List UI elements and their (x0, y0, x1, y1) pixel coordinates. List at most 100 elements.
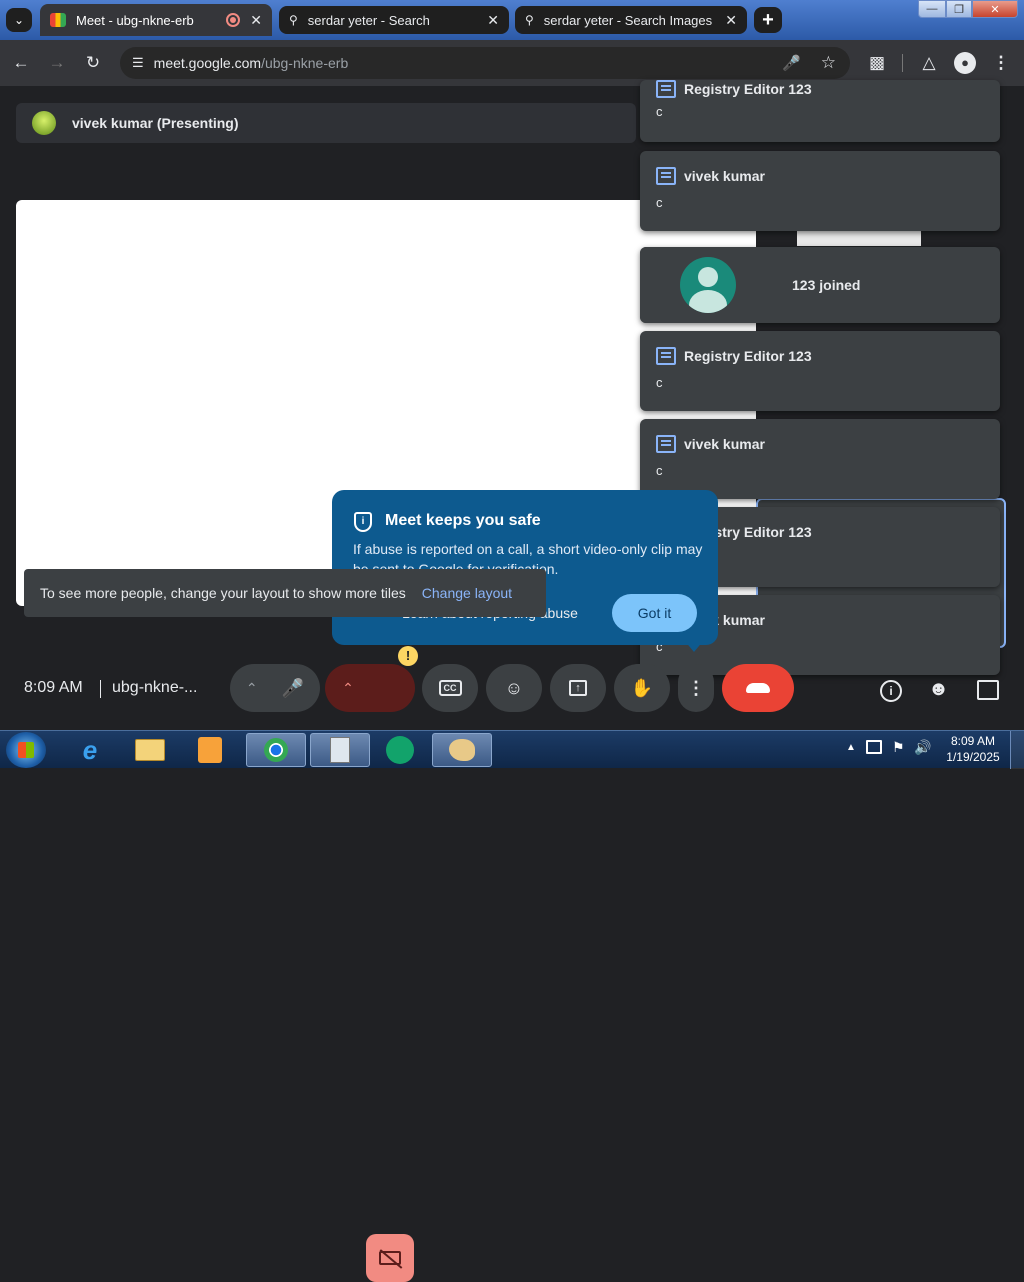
shield-icon: i (354, 512, 372, 532)
chat-notification[interactable]: vivek kumar c (640, 151, 1000, 231)
url-path: /ubg-nkne-erb (261, 55, 349, 71)
close-window-button[interactable]: ✕ (972, 0, 1018, 18)
extensions-icon[interactable]: ▩ (866, 52, 888, 74)
meeting-divider (100, 680, 101, 698)
chat-icon (656, 435, 676, 453)
chevron-up-icon[interactable]: ⌃ (246, 680, 258, 697)
popup-pointer (684, 640, 704, 652)
paint-icon[interactable] (432, 733, 492, 767)
join-tile (640, 247, 776, 323)
app-green-icon[interactable] (372, 733, 428, 767)
more-options-button[interactable]: ⋮ (678, 664, 714, 712)
got-it-button[interactable]: Got it (612, 594, 697, 632)
volume-icon[interactable]: 🔊 (914, 739, 931, 756)
close-tab-icon[interactable]: ✕ (487, 12, 499, 29)
chevron-up-icon[interactable]: ⌃ (342, 680, 354, 697)
url-host: meet.google.com (153, 55, 262, 71)
windows-taskbar: e ▲ ⚑ 🔊 8:09 AM 1/19/2025 (0, 730, 1024, 769)
file-explorer-icon[interactable] (122, 733, 178, 767)
notification-message: c (656, 375, 663, 390)
meet-window: vivek kumar (Presenting) Registry Editor… (0, 80, 1024, 1282)
notification-message: c (656, 195, 663, 210)
join-notification[interactable]: 123 joined (640, 247, 1000, 323)
new-tab-button[interactable]: + (754, 7, 782, 33)
internet-explorer-icon[interactable]: e (62, 733, 118, 767)
end-call-button[interactable] (722, 664, 794, 712)
search-icon: ⚲ (525, 13, 534, 27)
toast-text: To see more people, change your layout t… (40, 585, 406, 601)
clock-date[interactable]: 1/19/2025 (942, 750, 1004, 764)
meeting-time: 8:09 AM (24, 679, 83, 696)
chat-notification[interactable]: Registry Editor 123 c (640, 331, 1000, 411)
minimize-button[interactable]: — (918, 0, 946, 18)
safety-popup: i Meet keeps you safe If abuse is report… (332, 490, 718, 652)
reload-icon[interactable]: ↻ (82, 52, 104, 74)
present-button[interactable]: ↑ (550, 664, 606, 712)
mic-icon[interactable]: 🎤 (782, 54, 801, 72)
presenter-name: vivek kumar (Presenting) (72, 115, 239, 131)
tab-search-images[interactable]: ⚲ serdar yeter - Search Images ✕ (515, 6, 747, 34)
notification-sender: vivek kumar (684, 168, 765, 184)
layout-toast: To see more people, change your layout t… (24, 569, 546, 617)
forward-icon[interactable]: → (46, 52, 68, 74)
avatar (680, 257, 736, 313)
microphone-icon[interactable]: 🎤 (282, 678, 304, 699)
chat-icon (656, 80, 676, 98)
avatar (32, 111, 56, 135)
warning-badge: ! (398, 646, 418, 666)
more-vert-icon: ⋮ (687, 677, 705, 698)
control-bar: 8:09 AM ubg-nkne-... ⌃ 🎤 ⌃ ! CC ☺ ↑ ✋ ⋮ … (0, 646, 1024, 1282)
chat-icon (656, 167, 676, 185)
start-button[interactable] (6, 732, 46, 768)
media-player-icon[interactable] (182, 733, 238, 767)
raise-hand-button[interactable]: ✋ (614, 664, 670, 712)
chat-icon[interactable] (977, 680, 999, 700)
camera-control[interactable]: ⌃ (325, 664, 415, 712)
info-icon[interactable]: i (880, 680, 902, 702)
close-tab-icon[interactable]: ✕ (725, 12, 737, 29)
site-info-icon[interactable]: ☰ (132, 55, 144, 71)
presenting-bar: vivek kumar (Presenting) (16, 103, 636, 143)
chat-icon (656, 347, 676, 365)
tab-title: serdar yeter - Search Images (543, 12, 713, 28)
tab-title: serdar yeter - Search (307, 12, 430, 28)
mic-control[interactable]: ⌃ 🎤 (230, 664, 320, 712)
clock-time[interactable]: 8:09 AM (948, 734, 998, 748)
calculator-icon[interactable] (310, 733, 370, 767)
toolbar-divider (902, 54, 903, 72)
chrome-taskbar-icon[interactable] (246, 733, 306, 767)
back-icon[interactable]: ← (10, 52, 32, 74)
restore-button[interactable]: ❐ (946, 0, 972, 18)
show-desktop-button[interactable] (1010, 731, 1024, 769)
captions-icon: CC (438, 680, 462, 696)
captions-button[interactable]: CC (422, 664, 478, 712)
tab-search[interactable]: ⚲ serdar yeter - Search ✕ (279, 6, 509, 34)
chat-notification[interactable]: vivek kumar c (640, 419, 1000, 499)
bookmark-star-icon[interactable]: ☆ (821, 53, 836, 73)
tray-chevron-icon[interactable]: ▲ (846, 742, 856, 753)
profile-icon[interactable]: ● (954, 52, 976, 74)
labs-flask-icon[interactable]: △ (918, 52, 940, 74)
end-call-icon (746, 683, 770, 693)
network-icon[interactable] (866, 740, 882, 754)
tab-search-button[interactable]: ⌄ (6, 8, 32, 32)
hand-icon: ✋ (630, 677, 654, 698)
emoji-icon: ☺ (504, 677, 524, 698)
safety-title: Meet keeps you safe (385, 512, 541, 529)
action-center-flag-icon[interactable]: ⚑ (892, 739, 905, 756)
meet-favicon-icon (50, 13, 66, 27)
emoji-button[interactable]: ☺ (486, 664, 542, 712)
people-icon[interactable]: ☻ (928, 678, 949, 701)
menu-kebab-icon[interactable]: ⋮ (990, 52, 1012, 74)
tab-meet[interactable]: Meet - ubg-nkne-erb ✕ (40, 4, 272, 36)
notification-sender: Registry Editor 123 (684, 348, 812, 364)
search-icon: ⚲ (289, 13, 298, 27)
close-tab-icon[interactable]: ✕ (250, 12, 262, 29)
camera-off-button[interactable] (366, 1234, 414, 1282)
present-screen-icon: ↑ (569, 680, 587, 696)
change-layout-button[interactable]: Change layout (422, 585, 512, 601)
address-bar[interactable]: ☰ meet.google.com /ubg-nkne-erb 🎤 ☆ (120, 47, 850, 79)
tab-strip: ⌄ Meet - ubg-nkne-erb ✕ ⚲ serdar yeter -… (0, 0, 1024, 40)
meeting-code: ubg-nkne-... (112, 679, 198, 696)
chat-notification[interactable]: Registry Editor 123 c (640, 80, 1000, 142)
